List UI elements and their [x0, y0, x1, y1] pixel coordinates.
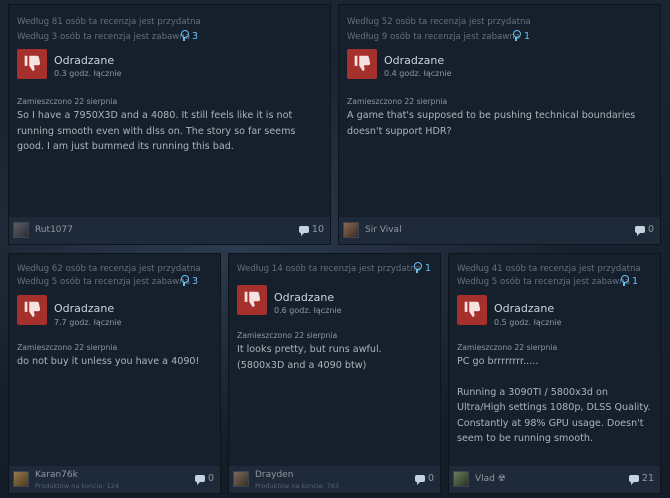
posted-date: Zamieszczono 22 sierpnia: [237, 331, 338, 340]
funny-count: Według 5 osób ta recenzja jest zabawna: [17, 277, 191, 287]
review-card: Według 62 osób ta recenzja jest przydatn…: [8, 253, 221, 494]
avatar[interactable]: [13, 222, 29, 238]
review-footer: Vlad ☢ 21: [449, 466, 660, 493]
award-badge[interactable]: 3: [181, 30, 198, 42]
comment-icon: [634, 226, 645, 236]
hours-played: 7.7 godz. łącznie: [54, 318, 122, 327]
verdict-label: Odradzane: [274, 291, 335, 304]
funny-count: Według 5 osób ta recenzja jest zabawna: [457, 277, 631, 287]
hours-played: 0.4 godz. łącznie: [384, 69, 452, 78]
comments-button[interactable]: 10: [298, 224, 324, 236]
verdict-label: Odradzane: [54, 302, 115, 315]
verdict-label: Odradzane: [494, 302, 555, 315]
comments-button[interactable]: 21: [628, 473, 654, 485]
comments-button[interactable]: 0: [194, 473, 214, 485]
award-badge[interactable]: 1: [414, 262, 431, 274]
products-owned: Produktów na koncie: 763: [255, 482, 340, 490]
review-card: Według 41 osób ta recenzja jest przydatn…: [448, 253, 661, 494]
hours-played: 0.6 godz. łącznie: [274, 306, 342, 315]
verdict-label: Odradzane: [384, 54, 445, 67]
comment-icon: [414, 475, 425, 485]
username[interactable]: Rut1077: [35, 225, 73, 235]
award-badge[interactable]: 3: [181, 275, 198, 287]
thumbs-down-icon: [17, 49, 47, 79]
review-card: Według 81 osób ta recenzja jest przydatn…: [8, 4, 331, 245]
posted-date: Zamieszczono 22 sierpnia: [457, 343, 558, 352]
thumbs-down-icon: [347, 49, 377, 79]
verdict-label: Odradzane: [54, 54, 115, 67]
posted-date: Zamieszczono 22 sierpnia: [17, 97, 118, 106]
review-text: So I have a 7950X3D and a 4080. It still…: [17, 110, 296, 152]
avatar[interactable]: [453, 471, 469, 487]
funny-count: Według 9 osób ta recenzja jest zabawna: [347, 32, 521, 42]
helpful-count: Według 52 osób ta recenzja jest przydatn…: [347, 17, 531, 27]
username[interactable]: Vlad ☢: [475, 474, 506, 484]
review-text: PC go brrrrrrrr..... Running a 3090TI / …: [457, 356, 651, 444]
helpful-count: Według 81 osób ta recenzja jest przydatn…: [17, 17, 201, 27]
review-footer: Drayden Produktów na koncie: 763 0: [229, 466, 440, 493]
award-icon: [621, 275, 629, 286]
review-text: do not buy it unless you have a 4090!: [17, 356, 200, 367]
review-footer: Rut1077 10: [9, 217, 330, 244]
comment-icon: [194, 475, 205, 485]
helpful-count: Według 14 osób ta recenzja jest przydatn…: [237, 264, 421, 274]
award-badge[interactable]: 1: [513, 30, 530, 42]
text-fade: [449, 444, 660, 466]
thumbs-down-icon: [237, 285, 267, 315]
review-text: It looks pretty, but runs awful. (5800x3…: [237, 344, 382, 371]
hours-played: 0.5 godz. łącznie: [494, 318, 562, 327]
posted-date: Zamieszczono 22 sierpnia: [347, 97, 448, 106]
award-icon: [414, 262, 422, 273]
award-icon: [513, 30, 521, 41]
award-badge[interactable]: 1: [621, 275, 638, 287]
comments-button[interactable]: 0: [414, 473, 434, 485]
posted-date: Zamieszczono 22 sierpnia: [17, 343, 118, 352]
thumbs-down-icon: [457, 295, 487, 325]
award-icon: [181, 30, 189, 41]
award-icon: [181, 275, 189, 286]
avatar[interactable]: [233, 471, 249, 487]
review-footer: Karan76k Produktów na koncie: 124 0: [9, 466, 220, 493]
username[interactable]: Karan76k: [35, 470, 78, 480]
review-card: Według 52 osób ta recenzja jest przydatn…: [338, 4, 661, 245]
comment-icon: [298, 226, 309, 236]
avatar[interactable]: [13, 471, 29, 487]
review-text: A game that's supposed to be pushing tec…: [347, 110, 636, 137]
helpful-count: Według 62 osób ta recenzja jest przydatn…: [17, 264, 201, 274]
comments-button[interactable]: 0: [634, 224, 654, 236]
comment-icon: [628, 475, 639, 485]
username[interactable]: Sir Vival: [365, 225, 402, 235]
products-owned: Produktów na koncie: 124: [35, 482, 120, 490]
avatar[interactable]: [343, 222, 359, 238]
username[interactable]: Drayden: [255, 470, 293, 480]
helpful-count: Według 41 osób ta recenzja jest przydatn…: [457, 264, 641, 274]
hours-played: 0.3 godz. łącznie: [54, 69, 122, 78]
review-footer: Sir Vival 0: [339, 217, 660, 244]
funny-count: Według 3 osób ta recenzja jest zabawna: [17, 32, 191, 42]
thumbs-down-icon: [17, 295, 47, 325]
review-card: Według 14 osób ta recenzja jest przydatn…: [228, 253, 441, 494]
